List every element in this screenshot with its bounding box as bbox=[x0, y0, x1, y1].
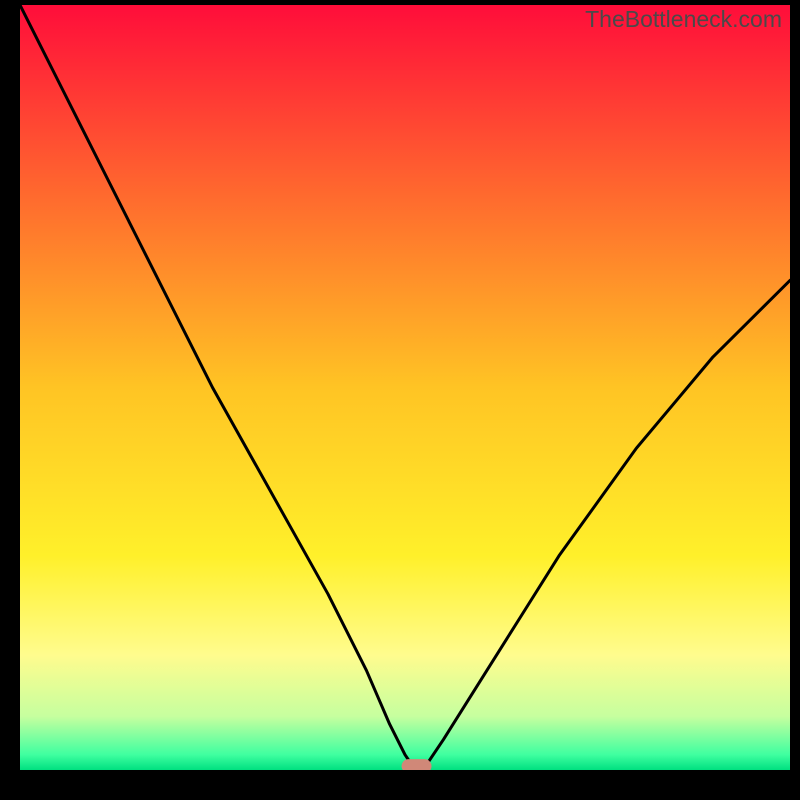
bottleneck-chart: TheBottleneck.com bbox=[0, 0, 800, 800]
optimum-marker bbox=[402, 759, 432, 770]
chart-background bbox=[20, 5, 790, 770]
watermark-text: TheBottleneck.com bbox=[585, 6, 782, 33]
plot-area bbox=[20, 5, 790, 770]
chart-svg bbox=[20, 5, 790, 770]
